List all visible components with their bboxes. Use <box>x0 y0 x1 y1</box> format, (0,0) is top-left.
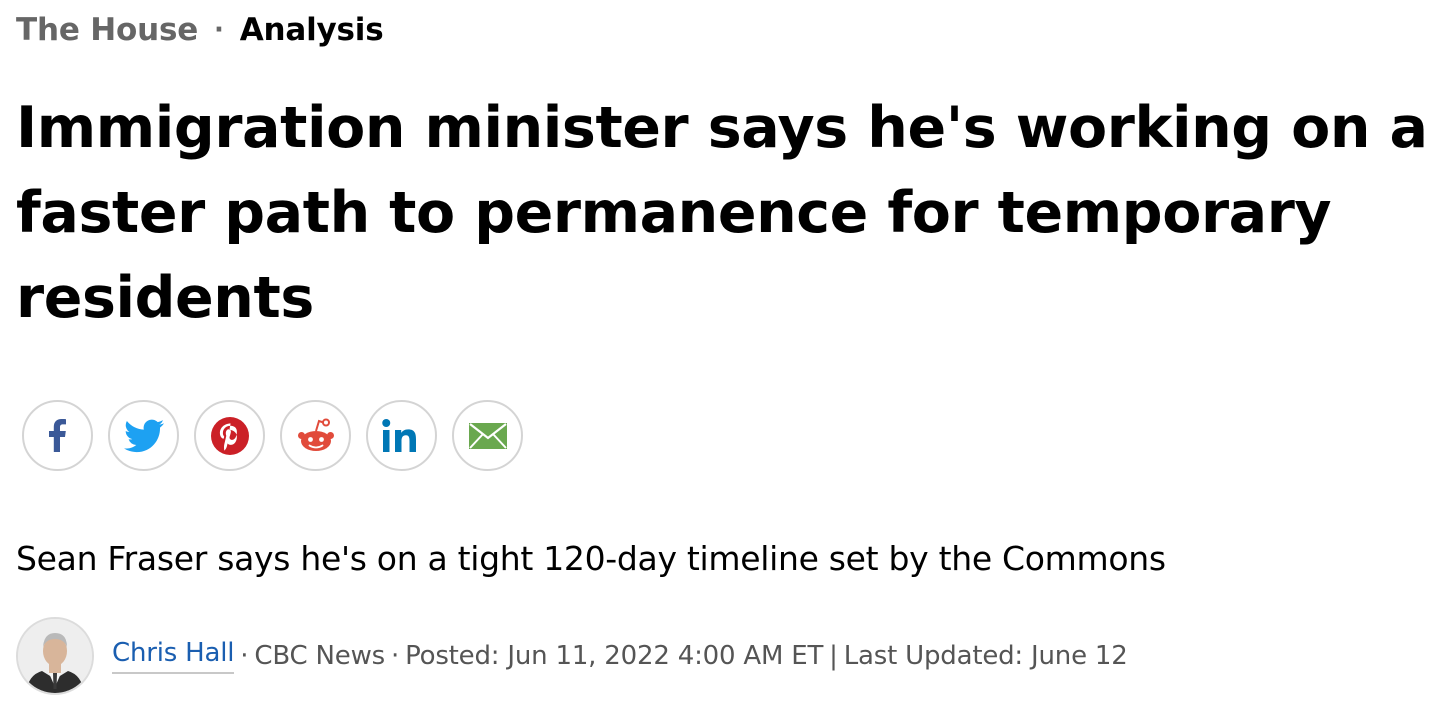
pinterest-icon <box>210 416 249 455</box>
share-pinterest-button[interactable] <box>194 400 265 471</box>
byline-separator: · <box>390 641 400 671</box>
updated-timestamp: Last Updated: June 12 <box>843 641 1128 671</box>
author-photo <box>18 619 92 693</box>
share-email-button[interactable] <box>452 400 523 471</box>
linkedin-icon <box>381 418 416 452</box>
share-bar <box>22 400 523 471</box>
article-type-label: Analysis <box>239 12 384 48</box>
author-avatar <box>16 617 94 695</box>
outlet-name: CBC News <box>254 641 385 671</box>
twitter-icon <box>123 419 164 452</box>
kicker: The House · Analysis <box>16 10 384 50</box>
share-facebook-button[interactable] <box>22 400 93 471</box>
email-icon <box>468 422 507 449</box>
kicker-separator: · <box>214 15 224 45</box>
article-deck: Sean Fraser says he's on a tight 120-day… <box>16 539 1166 578</box>
share-linkedin-button[interactable] <box>366 400 437 471</box>
byline-pipe: | <box>829 641 838 671</box>
posted-timestamp: Posted: Jun 11, 2022 4:00 AM ET <box>405 641 824 671</box>
share-reddit-button[interactable] <box>280 400 351 471</box>
author-link[interactable]: Chris Hall <box>112 638 234 674</box>
page-title: Immigration minister says he's working o… <box>16 95 1428 331</box>
facebook-icon <box>48 418 66 452</box>
byline-separator: · <box>240 641 249 671</box>
byline: Chris Hall · CBC News · Posted: Jun 11, … <box>16 616 1128 696</box>
share-twitter-button[interactable] <box>108 400 179 471</box>
reddit-icon <box>297 418 334 451</box>
section-link[interactable]: The House <box>16 12 198 48</box>
